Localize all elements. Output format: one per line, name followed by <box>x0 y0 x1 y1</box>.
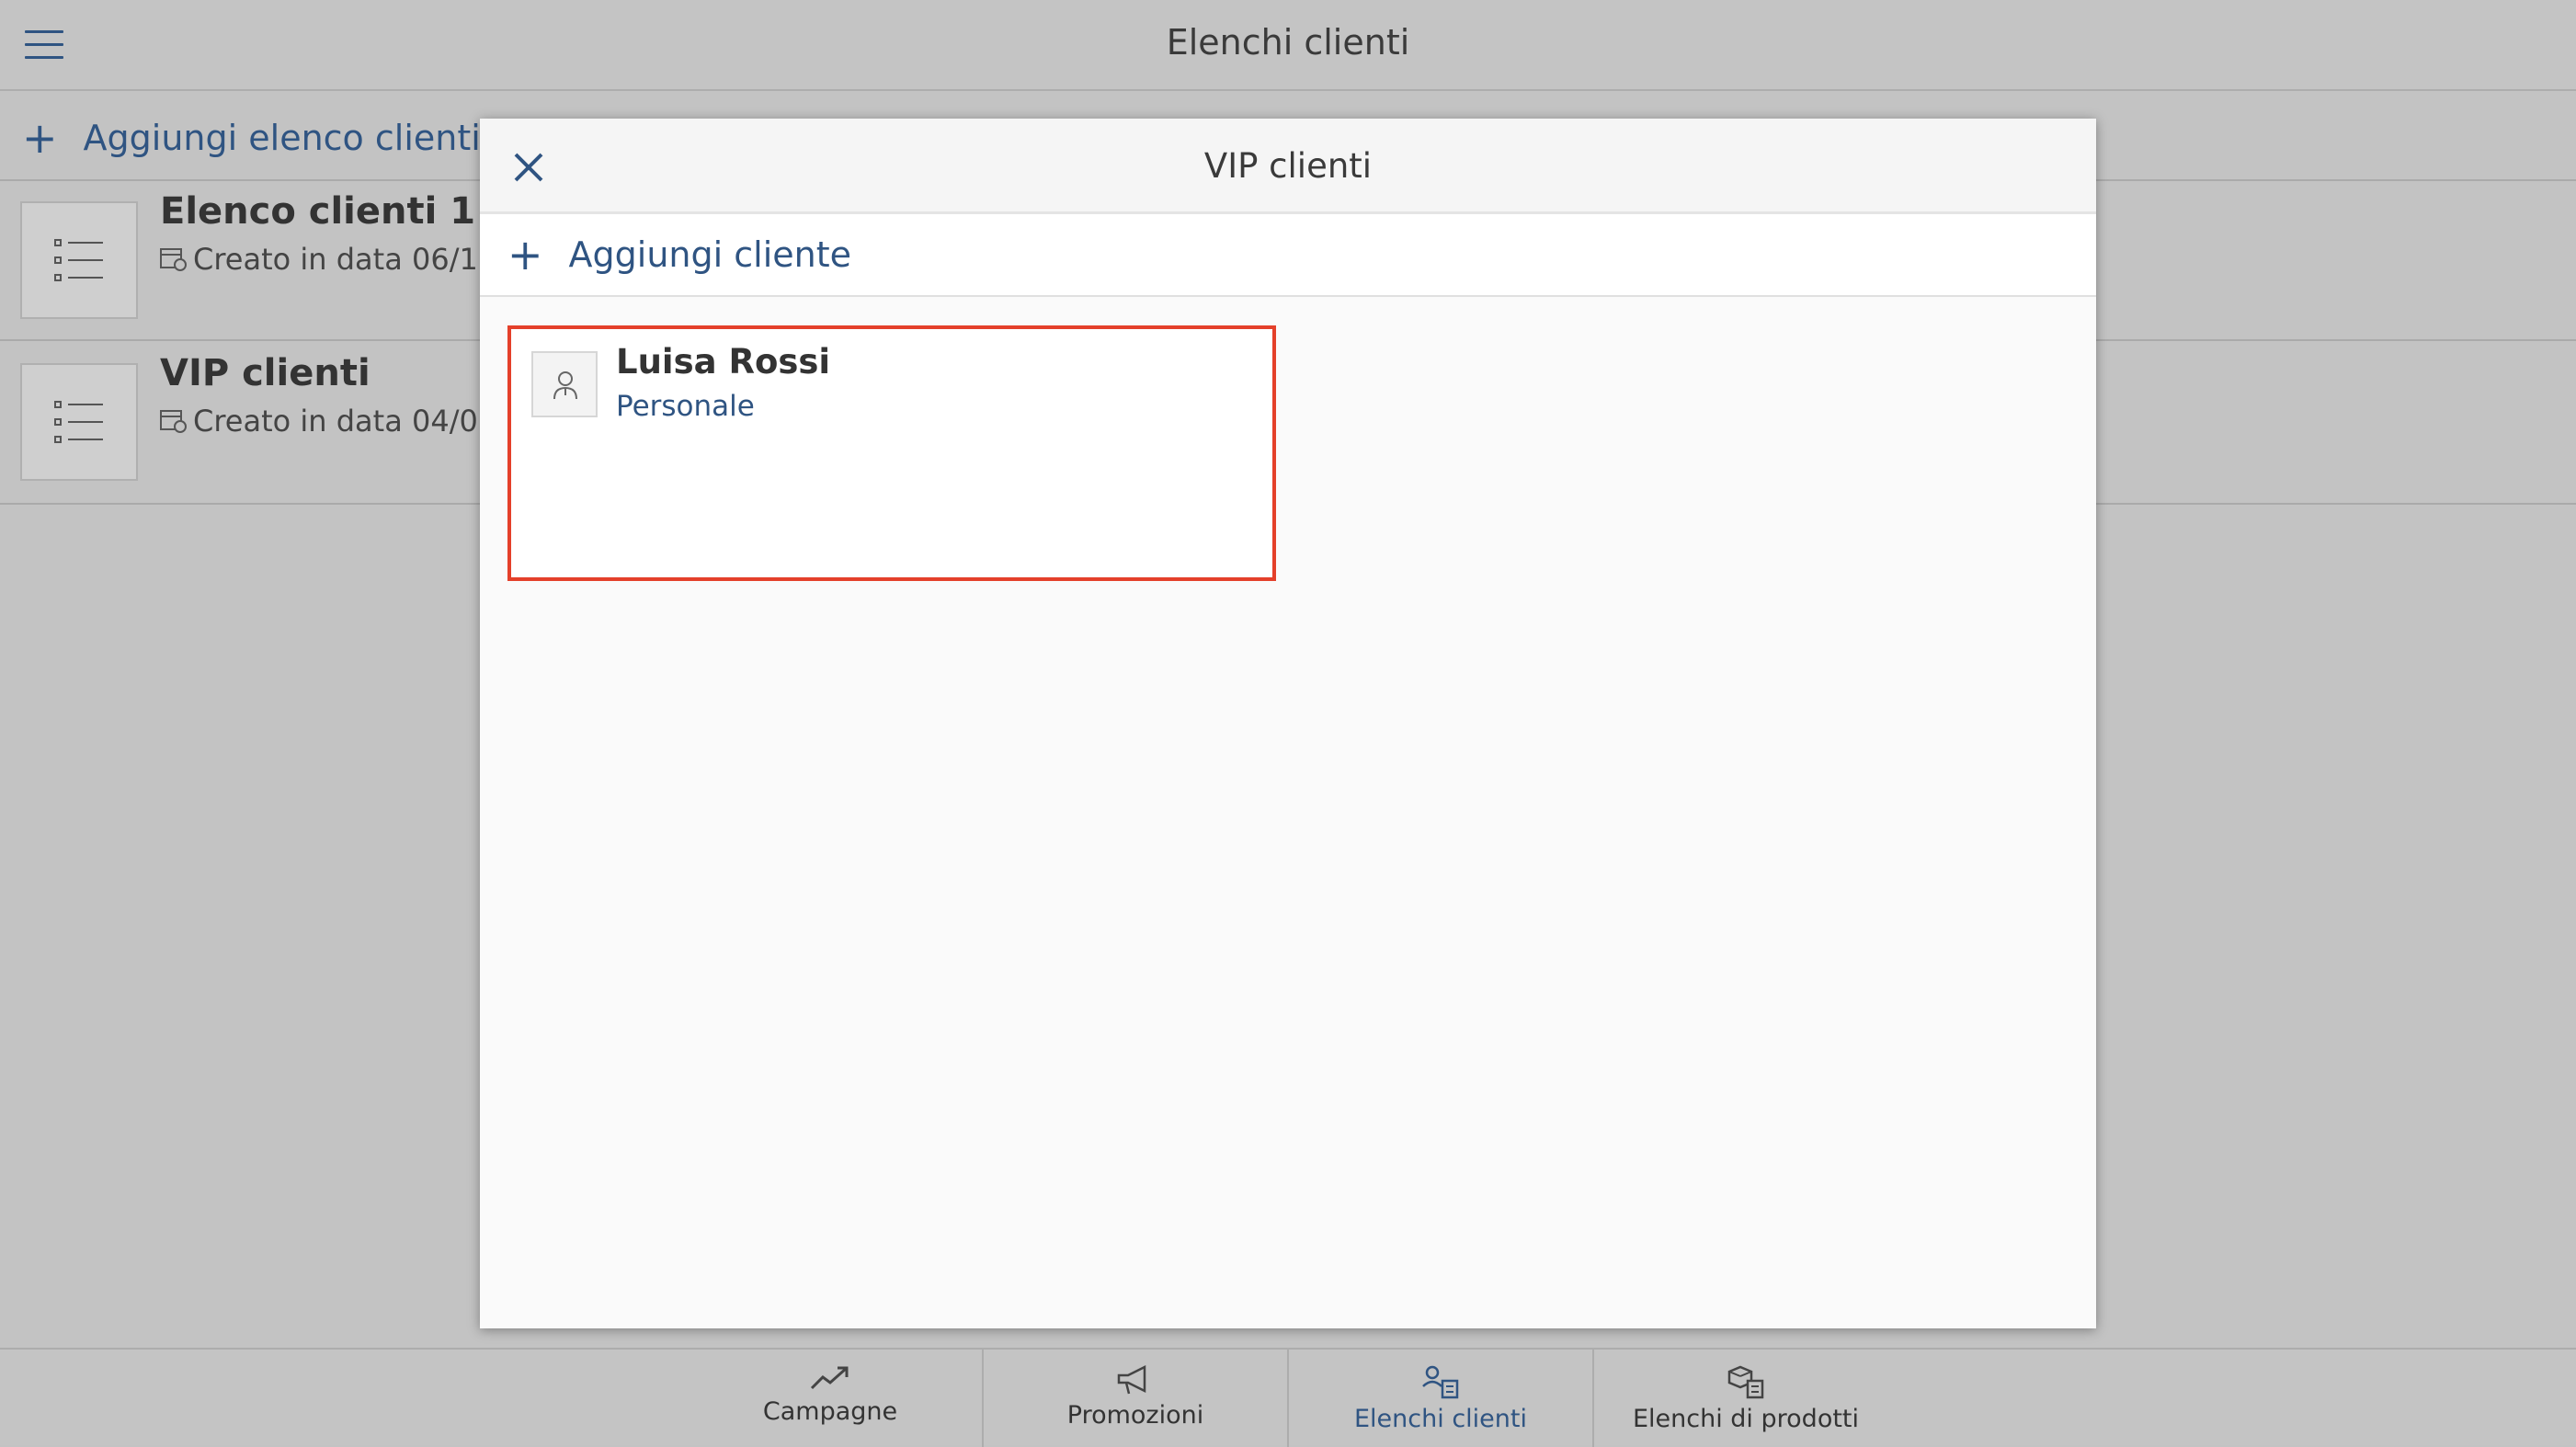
person-icon <box>553 371 577 400</box>
list-icon <box>20 201 138 319</box>
dialog-title: VIP clienti <box>1203 146 1373 186</box>
nav-elenchi-prodotti[interactable]: Elenchi di prodotti <box>1594 1350 1898 1447</box>
page-title: Elenchi clienti <box>1166 22 1410 63</box>
nav-campagne[interactable]: Campagne <box>678 1350 982 1447</box>
nav-promozioni[interactable]: Promozioni <box>984 1350 1287 1447</box>
app-header: Elenchi clienti <box>0 0 2576 91</box>
plus-icon: + <box>22 113 58 163</box>
vip-clients-dialog: VIP clienti + Aggiungi cliente Luisa Ros… <box>480 119 2096 1328</box>
dialog-header: VIP clienti <box>480 119 2096 214</box>
trending-up-icon <box>810 1366 849 1390</box>
calendar-icon <box>160 410 187 433</box>
avatar <box>531 351 598 417</box>
add-client-button[interactable]: + Aggiungi cliente <box>480 214 2096 297</box>
product-list-icon <box>1727 1365 1764 1399</box>
add-client-label: Aggiungi cliente <box>568 234 852 275</box>
plus-icon: + <box>507 230 543 279</box>
list-name: Elenco clienti 1 <box>160 190 476 233</box>
megaphone-icon <box>1117 1364 1146 1395</box>
nav-elenchi-clienti[interactable]: Elenchi clienti <box>1289 1350 1592 1447</box>
client-card[interactable]: Luisa Rossi Personale <box>507 325 1276 581</box>
client-type: Personale <box>616 390 755 423</box>
bottom-navigation: Campagne Promozioni Elenchi clienti Elen <box>0 1348 2576 1447</box>
customer-list-icon <box>1422 1365 1459 1399</box>
client-name: Luisa Rossi <box>616 342 831 382</box>
add-customer-list-label: Aggiungi elenco clienti <box>83 118 481 158</box>
list-created-date: Creato in data 04/06/2 <box>160 404 525 439</box>
list-created-date: Creato in data 06/12/2 <box>160 242 525 277</box>
add-customer-list-button[interactable]: + Aggiungi elenco clienti <box>22 110 481 165</box>
calendar-icon <box>160 248 187 271</box>
list-icon <box>20 363 138 481</box>
list-name: VIP clienti <box>160 352 370 394</box>
